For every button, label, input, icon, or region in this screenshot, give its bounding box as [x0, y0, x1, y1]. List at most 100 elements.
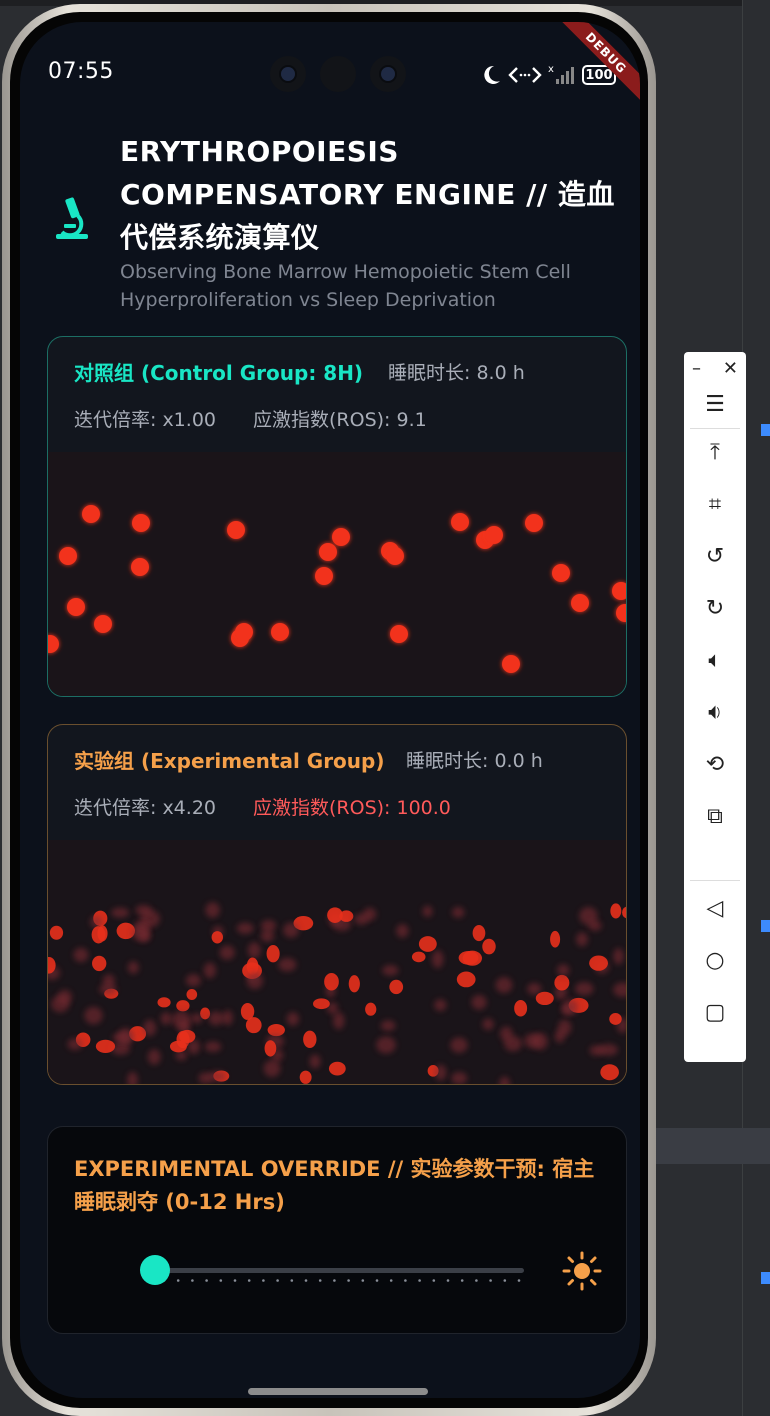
- slider-tick: [489, 1279, 492, 1282]
- cell-dot: [82, 505, 100, 523]
- slider-tick: [460, 1279, 464, 1282]
- cell-dot: [332, 528, 350, 546]
- camera-lens-icon: [370, 56, 406, 92]
- cell-dot: [482, 1018, 494, 1031]
- control-ros-index: 应激指数(ROS): 9.1: [253, 409, 427, 431]
- cell-dot: [613, 948, 624, 965]
- close-icon[interactable]: ✕: [723, 358, 738, 379]
- override-panel: EXPERIMENTAL OVERRIDE // 实验参数干预: 宿主睡眠剥夺 …: [47, 1126, 627, 1334]
- device-rotate-icon[interactable]: ⟲: [684, 744, 746, 784]
- experimental-group-title: 实验组 (Experimental Group): [74, 749, 385, 773]
- cell-dot: [434, 999, 447, 1012]
- menu-icon[interactable]: ☰: [684, 384, 746, 424]
- phone-screen: 07:55 x 100 DEBUG ERYTHROPOIESIS COMPENS…: [20, 22, 640, 1398]
- cell-dot: [147, 1049, 161, 1065]
- rotate-right-icon[interactable]: ↻: [684, 588, 746, 628]
- cell-dot: [160, 1012, 172, 1025]
- cell-dot: [97, 925, 108, 942]
- slider-tick: [446, 1279, 450, 1282]
- cell-dot: [613, 982, 626, 998]
- cell-dot: [324, 972, 339, 991]
- sleep-deprivation-slider[interactable]: [140, 1252, 526, 1288]
- pin-top-icon[interactable]: ⤒: [684, 432, 746, 472]
- cell-dot: [552, 564, 570, 582]
- cell-dot: [59, 547, 77, 565]
- cell-dot: [84, 1006, 103, 1025]
- slider-tick: [176, 1279, 180, 1282]
- home-indicator[interactable]: [248, 1388, 428, 1395]
- cell-dot: [600, 1064, 619, 1081]
- screenshot-icon[interactable]: ⧉: [684, 796, 746, 836]
- divider: [690, 428, 740, 429]
- cell-dot: [579, 907, 598, 925]
- volume-up-icon[interactable]: 🔈︎: [684, 640, 746, 680]
- cell-dot: [610, 903, 622, 919]
- cell-dot: [589, 955, 608, 971]
- cell-dot: [450, 1037, 468, 1053]
- camera-lens-icon: [270, 56, 306, 92]
- cell-dot: [286, 1012, 300, 1026]
- cell-dot: [271, 623, 289, 641]
- cell-dot: [127, 1071, 138, 1084]
- camera-sensor-icon: [320, 56, 356, 92]
- cell-dot: [456, 971, 476, 988]
- cell-dot: [131, 925, 150, 942]
- slider-ticks: [162, 1279, 521, 1282]
- cell-dot: [247, 942, 261, 959]
- cell-dot: [354, 913, 369, 925]
- ide-highlight-bar: [655, 1128, 770, 1164]
- slider-tick: [418, 1279, 421, 1282]
- ide-right-panel: [742, 0, 770, 1416]
- cell-dot: [472, 925, 486, 942]
- cell-dot: [266, 945, 280, 963]
- crop-icon[interactable]: ⌗: [684, 484, 746, 524]
- slider-tick: [247, 1279, 251, 1282]
- cell-dot: [612, 582, 626, 600]
- cell-dot: [267, 1023, 285, 1037]
- cell-dot: [143, 1019, 157, 1037]
- cell-dot: [365, 1002, 377, 1016]
- volume-down-icon[interactable]: 🔉︎: [684, 692, 746, 732]
- cell-dot: [303, 1030, 317, 1049]
- slider-tick: [389, 1279, 393, 1282]
- cell-dot: [535, 991, 554, 1006]
- overview-icon[interactable]: ▢: [684, 992, 746, 1032]
- experimental-sleep-duration: 睡眠时长: 0.0 h: [406, 750, 543, 772]
- ide-marker: [761, 1272, 770, 1284]
- control-sleep-duration: 睡眠时长: 8.0 h: [388, 362, 525, 384]
- cell-dot: [502, 655, 520, 673]
- cell-dot: [386, 547, 404, 565]
- card-header: 对照组 (Control Group: 8H) 睡眠时长: 8.0 h 迭代倍率…: [48, 337, 626, 452]
- ide-marker: [761, 920, 770, 932]
- experimental-group-card: 实验组 (Experimental Group) 睡眠时长: 0.0 h 迭代倍…: [47, 724, 627, 1085]
- experimental-iteration-rate: 迭代倍率: x4.20: [74, 797, 216, 819]
- home-icon[interactable]: ○: [684, 940, 746, 980]
- cell-dot: [319, 543, 337, 561]
- slider-tick: [262, 1279, 265, 1282]
- cell-dot: [204, 1041, 222, 1053]
- override-title: EXPERIMENTAL OVERRIDE // 实验参数干预: 宿主睡眠剥夺 …: [74, 1157, 595, 1214]
- cell-dot: [227, 521, 245, 539]
- cell-dot: [376, 1036, 396, 1054]
- cell-dot: [422, 905, 433, 918]
- cell-dot: [451, 513, 469, 531]
- minimize-icon[interactable]: –: [692, 358, 701, 379]
- page-title: ERYTHROPOIESIS COMPENSATORY ENGINE // 造血…: [120, 135, 615, 254]
- emulator-toolbar: – ✕ ☰ ⤒ ⌗ ↺ ↻ 🔈︎ 🔉︎ ⟲ ⧉ ◁ ○ ▢: [684, 352, 746, 1062]
- cell-dot: [451, 1071, 468, 1084]
- slider-tick: [517, 1279, 521, 1282]
- slider-track[interactable]: [154, 1268, 524, 1282]
- cell-dot: [73, 947, 89, 963]
- cell-dot: [396, 923, 409, 938]
- experimental-cell-simulation: [48, 840, 626, 1084]
- divider: [690, 880, 740, 881]
- cell-dot: [99, 984, 117, 995]
- cell-dot: [382, 965, 399, 976]
- slider-thumb[interactable]: [140, 1255, 170, 1285]
- back-icon[interactable]: ◁: [684, 888, 746, 928]
- rotate-left-icon[interactable]: ↺: [684, 536, 746, 576]
- cell-dot: [309, 1054, 321, 1069]
- cell-dot: [240, 1003, 255, 1020]
- cell-dot: [246, 972, 264, 990]
- cell-dot: [525, 514, 543, 532]
